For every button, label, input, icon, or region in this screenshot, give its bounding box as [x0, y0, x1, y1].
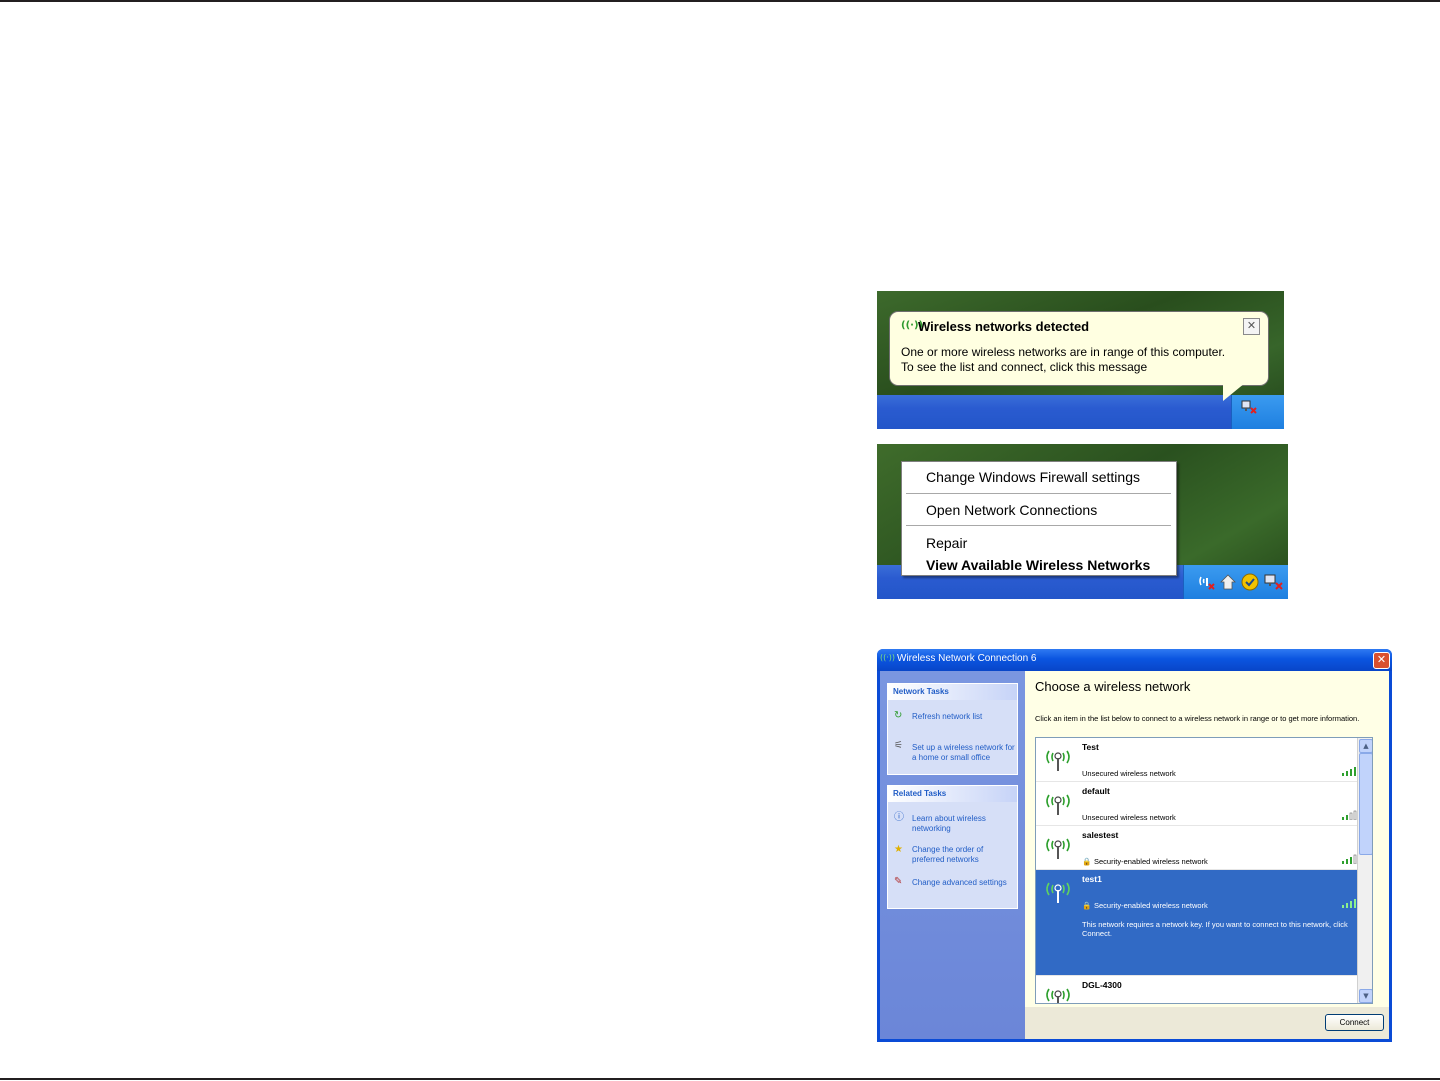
network-description: This network requires a network key. If …	[1082, 920, 1348, 938]
wireless-antenna-icon	[1046, 794, 1070, 815]
network-security-type: Unsecured wireless network	[1082, 813, 1176, 822]
network-item-salestest[interactable]: salestest 🔒 Security-enabled wireless ne…	[1036, 826, 1370, 870]
related-tasks-header[interactable]: Related Tasks	[888, 786, 1017, 802]
setup-wireless-network-link[interactable]: Set up a wireless network for a home or …	[912, 743, 1016, 763]
change-advanced-settings-link[interactable]: Change advanced settings	[912, 878, 1016, 888]
wireless-antenna-icon	[1046, 750, 1070, 771]
network-name: Test	[1082, 742, 1099, 752]
network-name: DGL-4300	[1082, 980, 1122, 990]
network-list-scrollbar[interactable]: ▲ ▼	[1357, 738, 1372, 1003]
close-button[interactable]: ✕	[1373, 652, 1390, 669]
window-title: Wireless Network Connection 6	[897, 653, 1037, 664]
balloon-message-line2: To see the list and connect, click this …	[901, 360, 1148, 374]
balloon-title: Wireless networks detected	[918, 319, 1090, 334]
context-menu-screenshot: Change Windows Firewall settings Open Ne…	[877, 444, 1288, 599]
dialog-body: Network Tasks ↻ Refresh network list ⚟ S…	[880, 671, 1389, 1039]
scroll-thumb[interactable]	[1359, 753, 1372, 855]
network-name: test1	[1082, 874, 1102, 884]
wireless-connection-dialog: ((·)) Wireless Network Connection 6 ✕ Ne…	[877, 649, 1392, 1042]
network-disconnected-icon[interactable]	[1264, 573, 1284, 591]
network-item-dgl-4300[interactable]: DGL-4300	[1036, 976, 1370, 1003]
menu-item-repair[interactable]: Repair	[926, 535, 967, 551]
wireless-icon: ((·))	[880, 653, 896, 662]
network-tasks-header[interactable]: Network Tasks	[888, 684, 1017, 700]
network-disconnected-icon[interactable]	[1241, 399, 1257, 415]
change-preferred-order-link[interactable]: Change the order of preferred networks	[912, 845, 1016, 865]
network-pane: Choose a wireless network Click an item …	[1025, 671, 1389, 1039]
network-item-test[interactable]: Test Unsecured wireless network	[1036, 738, 1370, 782]
balloon-screenshot: ((·)) Wireless networks detected One or …	[877, 291, 1284, 429]
network-security-type: Security-enabled wireless network	[1094, 857, 1208, 866]
related-tasks-panel: Related Tasks ⓘ Learn about wireless net…	[887, 785, 1018, 909]
scroll-up-icon[interactable]: ▲	[1359, 739, 1372, 753]
setup-icon: ⚟	[894, 740, 903, 751]
wireless-antenna-icon	[1046, 988, 1070, 1003]
system-tray	[1183, 565, 1288, 599]
refresh-network-list-link[interactable]: Refresh network list	[912, 712, 1016, 722]
refresh-icon: ↻	[894, 710, 903, 721]
instructions-text: Click an item in the list below to conne…	[1035, 714, 1360, 723]
menu-item-open-network-connections[interactable]: Open Network Connections	[926, 502, 1097, 518]
settings-icon: ✎	[894, 876, 903, 887]
menu-separator	[906, 493, 1171, 494]
wireless-antenna-icon	[1046, 882, 1070, 903]
task-pane: Network Tasks ↻ Refresh network list ⚟ S…	[880, 671, 1025, 1039]
lock-icon: 🔒	[1082, 901, 1092, 910]
network-tasks-panel: Network Tasks ↻ Refresh network list ⚟ S…	[887, 683, 1018, 775]
title-bar[interactable]: ((·)) Wireless Network Connection 6 ✕	[877, 649, 1392, 671]
page-title: Choose a wireless network	[1035, 679, 1191, 694]
bottom-rule	[0, 1078, 1440, 1080]
network-list: Test Unsecured wireless network default …	[1035, 737, 1373, 1004]
home-icon[interactable]	[1220, 573, 1236, 591]
menu-item-firewall-settings[interactable]: Change Windows Firewall settings	[926, 469, 1140, 485]
network-security-type: Security-enabled wireless network	[1094, 901, 1208, 910]
tray-context-menu: Change Windows Firewall settings Open Ne…	[901, 461, 1177, 576]
scroll-down-icon[interactable]: ▼	[1359, 989, 1372, 1003]
wireless-antenna-icon	[1046, 838, 1070, 859]
info-icon: ⓘ	[894, 812, 904, 823]
connect-button[interactable]: Connect	[1325, 1014, 1384, 1031]
security-shield-icon[interactable]	[1240, 572, 1260, 592]
network-item-default[interactable]: default Unsecured wireless network	[1036, 782, 1370, 826]
menu-separator	[906, 525, 1171, 526]
network-item-test1[interactable]: test1 🔒 Security-enabled wireless networ…	[1036, 870, 1370, 976]
menu-item-view-wireless-networks[interactable]: View Available Wireless Networks	[926, 557, 1150, 573]
close-icon[interactable]: ✕	[1243, 318, 1260, 335]
star-icon: ★	[894, 844, 903, 855]
network-security-type: Unsecured wireless network	[1082, 769, 1176, 778]
learn-wireless-link[interactable]: Learn about wireless networking	[912, 814, 1016, 834]
wireless-disconnected-icon[interactable]	[1198, 573, 1216, 591]
lock-icon: 🔒	[1082, 857, 1092, 866]
network-name: default	[1082, 786, 1110, 796]
balloon-message-line1: One or more wireless networks are in ran…	[901, 345, 1226, 359]
top-rule	[0, 0, 1440, 2]
network-name: salestest	[1082, 830, 1119, 840]
